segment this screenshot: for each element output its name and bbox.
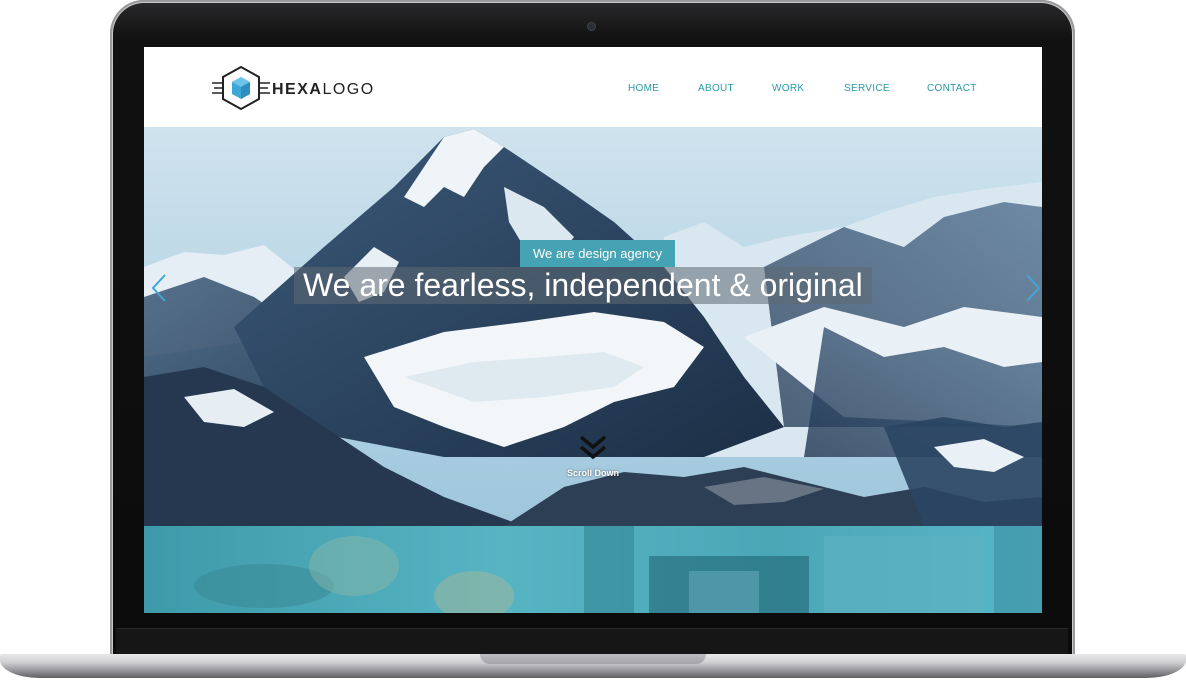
hero-slider: We are design agency We are fearless, in… bbox=[144, 127, 1042, 526]
laptop-chin bbox=[116, 628, 1068, 655]
slider-prev-arrow-icon[interactable] bbox=[150, 273, 168, 303]
nav-item-service[interactable]: SERVICE bbox=[844, 83, 890, 94]
double-chevron-down-icon bbox=[579, 435, 607, 460]
logo-wordmark[interactable]: HEXALOGO bbox=[272, 81, 375, 99]
browser-screen: HEXALOGO HOME ABOUT WORK SERVICE CONTACT bbox=[144, 47, 1042, 613]
blurred-desk-photo bbox=[194, 526, 1042, 613]
scroll-down-button[interactable]: Scroll Down bbox=[560, 435, 626, 478]
hero-tagline: We are design agency bbox=[520, 240, 676, 267]
hexagon-logo-icon[interactable] bbox=[212, 65, 270, 116]
hero-headline: We are fearless, independent & original bbox=[294, 267, 872, 304]
scroll-down-label: Scroll Down bbox=[566, 468, 619, 478]
nav-item-contact[interactable]: CONTACT bbox=[927, 83, 977, 94]
site-header: HEXALOGO HOME ABOUT WORK SERVICE CONTACT bbox=[144, 47, 1042, 127]
slider-next-arrow-icon[interactable] bbox=[1024, 273, 1042, 303]
nav-item-work[interactable]: WORK bbox=[772, 83, 804, 94]
teal-image-section bbox=[144, 526, 1042, 613]
laptop-notch bbox=[480, 654, 706, 664]
logo-text-bold: HEXA bbox=[272, 81, 323, 98]
nav-item-home[interactable]: HOME bbox=[628, 83, 659, 94]
webcam-icon bbox=[588, 23, 595, 30]
logo-text-light: LOGO bbox=[322, 81, 375, 98]
nav-item-about[interactable]: ABOUT bbox=[698, 83, 734, 94]
